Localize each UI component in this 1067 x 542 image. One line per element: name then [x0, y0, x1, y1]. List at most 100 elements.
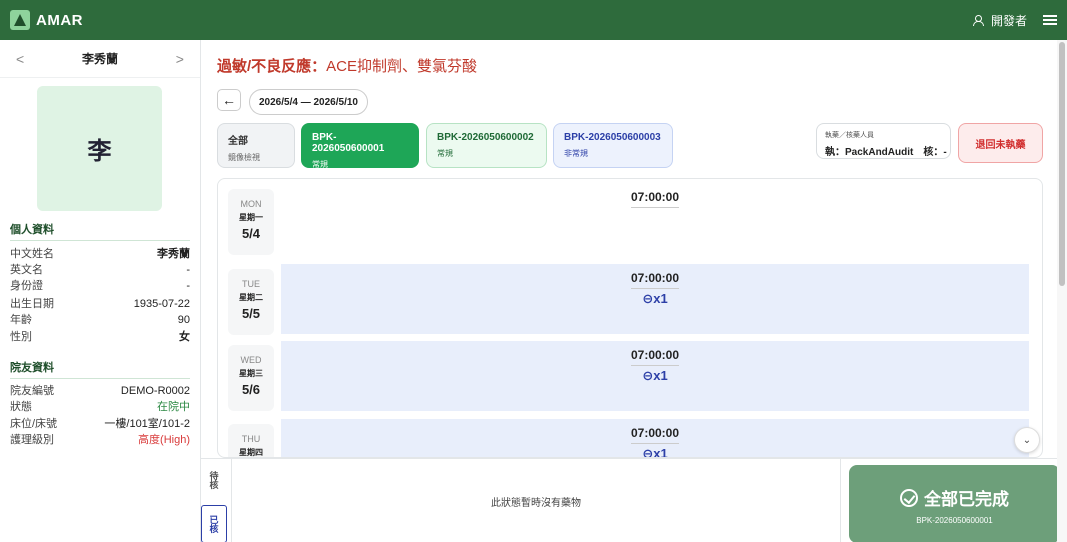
info-row: 英文名 -	[10, 263, 190, 278]
time-slot[interactable]: 07:00:00 ⊖x1	[281, 419, 1029, 458]
info-label: 出生日期	[10, 298, 54, 310]
tab-label: BPK-2026050600001	[312, 132, 385, 154]
top-bar: AMAR 開發者	[0, 0, 1067, 40]
logo-icon	[10, 10, 30, 30]
tab-reviewed[interactable]: 已核	[201, 505, 227, 542]
scroll-down-button[interactable]: ⌄	[1014, 427, 1040, 453]
user-name[interactable]: 開發者	[991, 12, 1027, 29]
page-title: 過敏/不良反應：ACE抑制劑、雙氯芬酸	[217, 55, 477, 76]
info-value: 女	[179, 331, 190, 343]
executor-box: 執藥／核藥人員 執：PackAndAudit 核：-	[816, 123, 951, 159]
tab-all[interactable]: 全部 鏡像檢視	[217, 123, 295, 168]
time-slot[interactable]: 07:00:00 ⊖x1	[281, 341, 1029, 411]
slot-time: 07:00:00	[630, 271, 680, 289]
info-value: -	[186, 280, 190, 292]
status-value: 在院中	[157, 401, 190, 413]
brand-name: AMAR	[36, 11, 83, 29]
info-label: 床位/床號	[10, 418, 58, 430]
info-row: 院友編號 DEMO-R0002	[10, 384, 190, 399]
allergy-drugs: ACE抑制劑、雙氯芬酸	[326, 58, 478, 75]
info-value: 李秀蘭	[157, 248, 190, 260]
day-en: THU	[241, 434, 261, 444]
info-value: 一樓/101室/101-2	[104, 418, 190, 430]
tab-pending-review[interactable]: 待核	[201, 459, 227, 501]
time-slot[interactable]: 07:00:00 ⊖x1	[281, 264, 1029, 334]
executor-label: 執藥／核藥人員	[825, 132, 874, 139]
check-circle-icon	[900, 488, 918, 507]
info-label: 院友編號	[10, 385, 54, 397]
info-label: 護理級別	[10, 434, 54, 446]
all-complete-card[interactable]: 全部已完成 BPK-2026050600001	[849, 465, 1060, 542]
info-value: -	[186, 264, 190, 276]
chevron-down-icon: ⌄	[1022, 434, 1032, 446]
resident-name: 李秀蘭	[81, 52, 118, 66]
avatar: 李	[37, 86, 162, 211]
day-zh: 星期三	[239, 369, 263, 378]
app-logo[interactable]: AMAR	[10, 10, 83, 30]
back-button[interactable]: ←	[217, 89, 241, 111]
day-en: TUE	[242, 279, 260, 289]
tab-sub: 鏡像檢視	[228, 153, 260, 162]
slot-quantity: ⊖x1	[642, 291, 668, 306]
info-label: 中文姓名	[10, 248, 54, 260]
info-label: 狀態	[10, 401, 32, 413]
info-row: 年齡 90	[10, 313, 190, 328]
tab-sub: 常規	[437, 149, 453, 158]
time-slot[interactable]: 07:00:00	[281, 183, 1029, 253]
page-scrollbar[interactable]	[1057, 40, 1067, 542]
tab-sub: 常規	[312, 160, 328, 169]
allergy-label: 過敏/不良反應：	[217, 58, 327, 75]
info-row: 性別 女	[10, 330, 190, 345]
info-value: 1935-07-22	[133, 298, 190, 310]
day-date: 5/5	[241, 306, 261, 321]
day-date: 5/6	[241, 382, 261, 397]
scrollbar-thumb[interactable]	[1059, 42, 1065, 286]
slot-time: 07:00:00	[630, 190, 680, 208]
day-zh: 星期四	[239, 448, 263, 457]
tab-label: BPK-2026050600002	[437, 132, 534, 143]
info-label: 英文名	[10, 264, 43, 276]
day-date: 5/4	[241, 226, 261, 241]
info-label: 身份證	[10, 280, 43, 292]
executor-value: 執：PackAndAudit 核：-	[825, 147, 947, 158]
info-row: 床位/床號 一樓/101室/101-2	[10, 417, 190, 432]
resident-info-title: 院友資料	[10, 359, 190, 379]
menu-icon[interactable]	[1043, 15, 1057, 25]
info-value: DEMO-R0002	[120, 385, 190, 397]
pill-icon: ⊖	[642, 368, 654, 383]
info-row: 身份證 -	[10, 279, 190, 294]
pill-icon: ⊖	[642, 291, 654, 306]
arrow-left-icon: ←	[222, 92, 236, 108]
prev-resident-icon[interactable]: <	[16, 51, 24, 67]
next-resident-icon[interactable]: >	[176, 51, 184, 67]
info-row: 出生日期 1935-07-22	[10, 297, 190, 312]
day-en: MON	[240, 199, 262, 209]
tab-label: BPK-2026050600003	[564, 132, 661, 143]
tab-bpk-2[interactable]: BPK-2026050600002 常規	[426, 123, 547, 168]
care-level-value: 高度(High)	[138, 434, 190, 446]
review-panel: 待核 已核 此狀態暫時沒有藥物 全部已完成 BPK-2026050600001	[201, 458, 1060, 542]
return-unexecuted-button[interactable]: 退回未執藥	[958, 123, 1043, 163]
schedule-calendar: MON 星期一 5/4 07:00:00 TUE 星期二 5/5 07:00:0…	[217, 178, 1043, 458]
info-value: 90	[177, 314, 190, 326]
info-row: 中文姓名 李秀蘭	[10, 247, 190, 262]
tab-bpk-3[interactable]: BPK-2026050600003 非常規	[553, 123, 673, 168]
date-range-picker[interactable]: 2026/5/4 — 2026/5/10	[249, 89, 368, 115]
day-en: WED	[240, 355, 262, 365]
empty-state: 此狀態暫時沒有藥物	[231, 459, 841, 542]
info-label: 年齡	[10, 314, 32, 326]
user-icon	[972, 14, 984, 26]
tab-label: 全部	[228, 136, 248, 147]
pill-icon: ⊖	[642, 446, 654, 458]
day-zh: 星期一	[239, 213, 263, 222]
slot-quantity: ⊖x1	[642, 368, 668, 383]
tab-sub: 非常規	[564, 149, 588, 158]
complete-id: BPK-2026050600001	[916, 516, 993, 525]
personal-info-title: 個人資料	[10, 221, 190, 241]
tab-bpk-1[interactable]: BPK-2026050600001 常規	[301, 123, 419, 169]
resident-sidebar: < 李秀蘭 > 李 個人資料 中文姓名 李秀蘭 英文名 - 身份證 - 出生日期…	[0, 40, 201, 542]
day-label: THU 星期四	[228, 424, 274, 457]
info-label: 性別	[10, 331, 32, 343]
day-zh: 星期二	[239, 293, 263, 302]
day-label: TUE 星期二 5/5	[228, 269, 274, 335]
